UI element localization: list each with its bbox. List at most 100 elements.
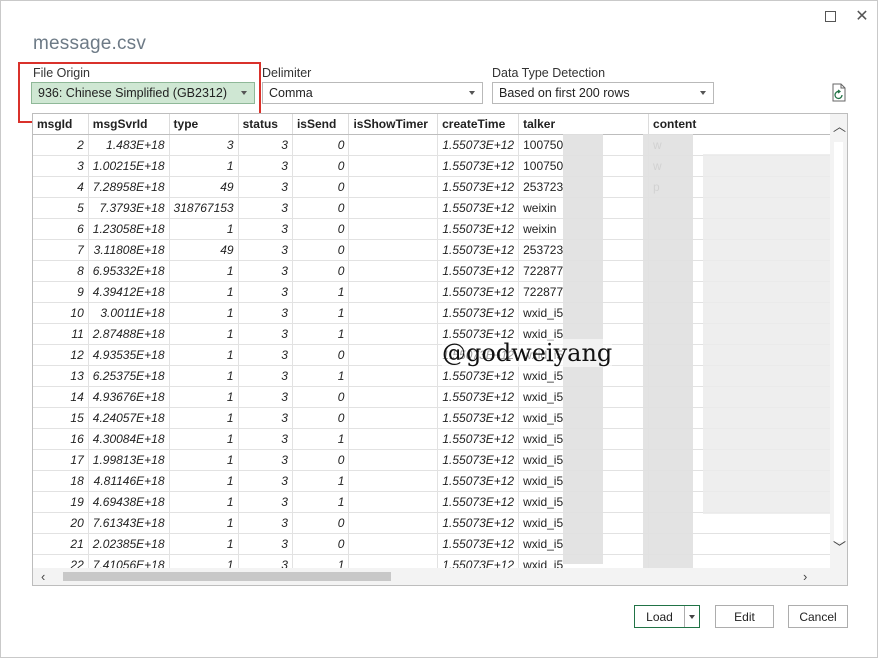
- table-cell: 1.483E+18: [88, 134, 170, 156]
- table-cell: 12: [33, 344, 89, 366]
- table-cell: 1.55073E+12: [437, 239, 520, 261]
- preview-table: msgId msgSvrId type status isSend isShowTimer…: [33, 114, 847, 576]
- table-cell: 3: [238, 176, 293, 198]
- table-cell: 1.55073E+12: [437, 470, 520, 492]
- data-type-detection-label: Data Type Detection: [492, 66, 606, 80]
- table-cell: [348, 407, 439, 429]
- chevron-up-icon[interactable]: ︿: [833, 118, 846, 135]
- table-row: 14 4.93676E+18 1 3 0 1.55073E+12 wxid_i5: [33, 386, 847, 408]
- data-type-detection-select[interactable]: Based on first 200 rows: [492, 82, 714, 104]
- table-cell: [348, 218, 439, 240]
- table-cell: 100750: [518, 134, 650, 156]
- table-cell: 4.39412E+18: [88, 281, 170, 303]
- column-header[interactable]: msgId: [33, 114, 89, 135]
- table-cell: 1: [292, 302, 350, 324]
- table-cell: 1: [169, 281, 239, 303]
- table-cell: 4.81146E+18: [88, 470, 170, 492]
- table-row: 20 7.61343E+18 1 3 0 1.55073E+12 wxid_i5: [33, 512, 847, 534]
- vertical-scrollbar[interactable]: ︿ ﹀: [830, 114, 847, 569]
- table-cell: 1: [169, 344, 239, 366]
- table-cell: 1.55073E+12: [437, 449, 520, 471]
- column-header[interactable]: content: [648, 114, 847, 135]
- table-cell: 3: [33, 155, 89, 177]
- table-cell: 14: [33, 386, 89, 408]
- table-cell: 16: [33, 428, 89, 450]
- preview-grid[interactable]: msgId msgSvrId type status isSend isShowTimer…: [32, 113, 848, 586]
- table-cell: 49: [169, 239, 239, 261]
- table-cell: [648, 491, 847, 513]
- table-cell: wxid_i5: [518, 428, 650, 450]
- table-cell: 1.55073E+12: [437, 407, 520, 429]
- column-header[interactable]: msgSvrId: [88, 114, 170, 135]
- data-type-detection-value: Based on first 200 rows: [499, 86, 630, 100]
- table-cell: 1.55073E+12: [437, 386, 520, 408]
- column-header[interactable]: type: [169, 114, 239, 135]
- column-header[interactable]: status: [238, 114, 293, 135]
- table-cell: [648, 302, 847, 324]
- table-row: 12 4.93535E+18 1 3 0 1.55073E+12 wxid_i5: [33, 344, 847, 366]
- table-cell: wxid_i5: [518, 386, 650, 408]
- table-cell: 1: [169, 449, 239, 471]
- table-cell: 2: [33, 134, 89, 156]
- table-cell: 6.95332E+18: [88, 260, 170, 282]
- table-cell: [348, 176, 439, 198]
- table-cell: 3: [238, 470, 293, 492]
- file-origin-select[interactable]: 936: Chinese Simplified (GB2312): [31, 82, 255, 104]
- horizontal-scroll-thumb[interactable]: [63, 572, 391, 581]
- table-cell: 2.87488E+18: [88, 323, 170, 345]
- table-cell: 8: [33, 260, 89, 282]
- chevron-right-icon[interactable]: ›: [803, 568, 807, 585]
- table-cell: 1.55073E+12: [437, 365, 520, 387]
- column-header[interactable]: createTime: [437, 114, 520, 135]
- column-header[interactable]: isSend: [292, 114, 350, 135]
- table-cell: [348, 344, 439, 366]
- chevron-down-icon: [689, 614, 695, 619]
- column-header[interactable]: isShowTimer: [348, 114, 439, 135]
- cancel-button[interactable]: Cancel: [788, 605, 848, 628]
- table-cell: [348, 449, 439, 471]
- table-cell: 3: [238, 491, 293, 513]
- table-row: 9 4.39412E+18 1 3 1 1.55073E+12 722877: [33, 281, 847, 303]
- chevron-left-icon[interactable]: ‹: [41, 568, 45, 585]
- table-cell: 13: [33, 365, 89, 387]
- table-cell: [348, 323, 439, 345]
- table-cell: 3: [238, 134, 293, 156]
- table-cell: weixin: [518, 197, 650, 219]
- table-cell: [648, 197, 847, 219]
- table-cell: 15: [33, 407, 89, 429]
- table-cell: 4.93535E+18: [88, 344, 170, 366]
- table-cell: p: [648, 176, 847, 198]
- table-cell: 1.55073E+12: [437, 155, 520, 177]
- table-cell: [348, 260, 439, 282]
- table-cell: [648, 260, 847, 282]
- table-cell: 722877: [518, 260, 650, 282]
- edit-button[interactable]: Edit: [715, 605, 774, 628]
- table-cell: [648, 323, 847, 345]
- chevron-down-icon[interactable]: ﹀: [833, 539, 846, 556]
- refresh-file-icon[interactable]: [830, 83, 848, 103]
- maximize-button[interactable]: [819, 5, 841, 27]
- table-row: 11 2.87488E+18 1 3 1 1.55073E+12 wxid_i5: [33, 323, 847, 345]
- horizontal-scrollbar[interactable]: ‹ ›: [33, 568, 847, 585]
- table-cell: 0: [292, 512, 350, 534]
- load-dropdown-button[interactable]: [684, 606, 699, 627]
- vertical-scroll-thumb[interactable]: [834, 142, 843, 542]
- table-cell: [648, 533, 847, 555]
- table-cell: wxid_i5: [518, 407, 650, 429]
- close-button[interactable]: ✕: [851, 5, 873, 27]
- table-cell: 3: [238, 344, 293, 366]
- table-cell: 253723: [518, 176, 650, 198]
- table-cell: 21: [33, 533, 89, 555]
- table-cell: 1.55073E+12: [437, 260, 520, 282]
- table-row: 16 4.30084E+18 1 3 1 1.55073E+12 wxid_i5: [33, 428, 847, 450]
- table-cell: 1.00215E+18: [88, 155, 170, 177]
- table-cell: 1.55073E+12: [437, 428, 520, 450]
- table-cell: w: [648, 134, 847, 156]
- column-header[interactable]: talker: [518, 114, 650, 135]
- table-row: 13 6.25375E+18 1 3 1 1.55073E+12 wxid_i5: [33, 365, 847, 387]
- delimiter-select[interactable]: Comma: [262, 82, 483, 104]
- dialog-title: message.csv: [33, 33, 147, 54]
- table-cell: w: [648, 155, 847, 177]
- table-row: 2 1.483E+18 3 3 0 1.55073E+12 100750 w: [33, 134, 847, 156]
- load-button[interactable]: Load: [634, 605, 700, 628]
